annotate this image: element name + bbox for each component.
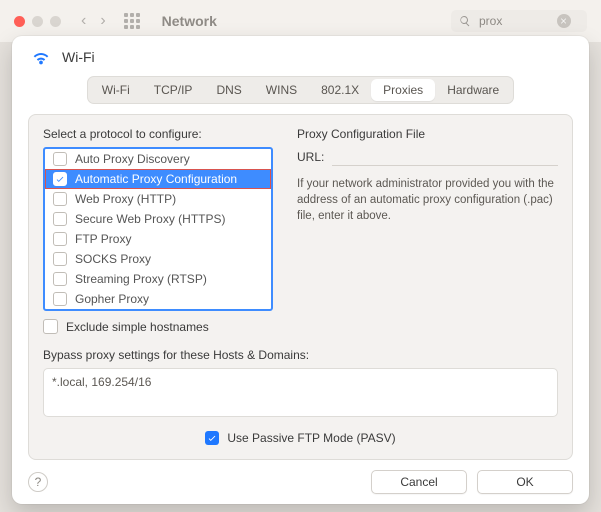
protocol-row[interactable]: Automatic Proxy Configuration [45, 169, 271, 189]
tab-dns[interactable]: DNS [204, 79, 253, 101]
protocol-section-label: Select a protocol to configure: [43, 127, 273, 141]
cancel-button[interactable]: Cancel [371, 470, 467, 494]
protocol-checkbox[interactable] [53, 232, 67, 246]
protocol-checkbox[interactable] [53, 212, 67, 226]
protocol-row[interactable]: Secure Web Proxy (HTTPS) [45, 209, 271, 229]
search-field[interactable] [451, 10, 587, 32]
protocol-label: Automatic Proxy Configuration [75, 172, 237, 186]
protocol-label: Web Proxy (HTTP) [75, 192, 176, 206]
search-icon [459, 15, 471, 27]
exclude-simple-hostnames-label: Exclude simple hostnames [66, 320, 209, 334]
protocol-checkbox[interactable] [53, 252, 67, 266]
help-button[interactable]: ? [28, 472, 48, 492]
bypass-textarea[interactable]: *.local, 169.254/16 [43, 368, 558, 417]
proxy-config-file-heading: Proxy Configuration File [297, 127, 558, 141]
protocol-row[interactable]: Gopher Proxy [45, 289, 271, 309]
minimize-window-button[interactable] [32, 16, 43, 27]
forward-button[interactable]: › [100, 12, 105, 30]
passive-ftp-checkbox[interactable] [205, 431, 219, 445]
protocol-row[interactable]: Streaming Proxy (RTSP) [45, 269, 271, 289]
close-window-button[interactable] [14, 16, 25, 27]
tab-wins[interactable]: WINS [254, 79, 309, 101]
tab-proxies[interactable]: Proxies [371, 79, 435, 101]
url-label: URL: [297, 150, 324, 164]
tab-hardware[interactable]: Hardware [435, 79, 511, 101]
protocol-row[interactable]: FTP Proxy [45, 229, 271, 249]
bypass-value: *.local, 169.254/16 [52, 375, 151, 389]
settings-sheet: Wi-Fi Wi-FiTCP/IPDNSWINS802.1XProxiesHar… [12, 36, 589, 504]
exclude-simple-hostnames-checkbox[interactable] [43, 319, 58, 334]
tab-802-1x[interactable]: 802.1X [309, 79, 371, 101]
clear-search-button[interactable] [557, 14, 571, 28]
show-all-prefs-button[interactable] [124, 13, 140, 29]
tab-tcp-ip[interactable]: TCP/IP [142, 79, 205, 101]
back-button[interactable]: ‹ [81, 12, 86, 30]
protocol-row[interactable]: SOCKS Proxy [45, 249, 271, 269]
protocol-checkbox[interactable] [53, 152, 67, 166]
search-input[interactable] [477, 13, 551, 29]
traffic-lights [14, 16, 61, 27]
passive-ftp-label: Use Passive FTP Mode (PASV) [227, 431, 395, 445]
tab-bar: Wi-FiTCP/IPDNSWINS802.1XProxiesHardware [87, 76, 514, 104]
url-input[interactable] [332, 147, 558, 166]
protocol-checkbox[interactable] [53, 292, 67, 306]
tab-wi-fi[interactable]: Wi-Fi [90, 79, 142, 101]
protocol-label: Secure Web Proxy (HTTPS) [75, 212, 225, 226]
ok-button[interactable]: OK [477, 470, 573, 494]
protocol-list[interactable]: Auto Proxy Discovery Automatic Proxy Conf… [43, 147, 273, 311]
close-icon [560, 17, 568, 25]
protocol-label: FTP Proxy [75, 232, 131, 246]
protocol-row[interactable]: Web Proxy (HTTP) [45, 189, 271, 209]
protocol-label: Gopher Proxy [75, 292, 149, 306]
protocol-label: Streaming Proxy (RTSP) [75, 272, 207, 286]
bypass-label: Bypass proxy settings for these Hosts & … [43, 348, 558, 362]
check-icon [207, 433, 217, 443]
wifi-icon [30, 46, 52, 68]
sheet-title: Wi-Fi [62, 49, 95, 65]
protocol-label: Auto Proxy Discovery [75, 152, 190, 166]
window-title: Network [162, 13, 217, 29]
protocol-checkbox[interactable] [53, 192, 67, 206]
nav-arrows: ‹ › [81, 12, 106, 30]
protocol-checkbox[interactable] [53, 172, 67, 186]
protocol-label: SOCKS Proxy [75, 252, 151, 266]
protocol-checkbox[interactable] [53, 272, 67, 286]
protocol-row[interactable]: Auto Proxy Discovery [45, 149, 271, 169]
zoom-window-button[interactable] [50, 16, 61, 27]
proxies-panel: Select a protocol to configure: Auto Pro… [28, 114, 573, 460]
config-note: If your network administrator provided y… [297, 176, 558, 224]
